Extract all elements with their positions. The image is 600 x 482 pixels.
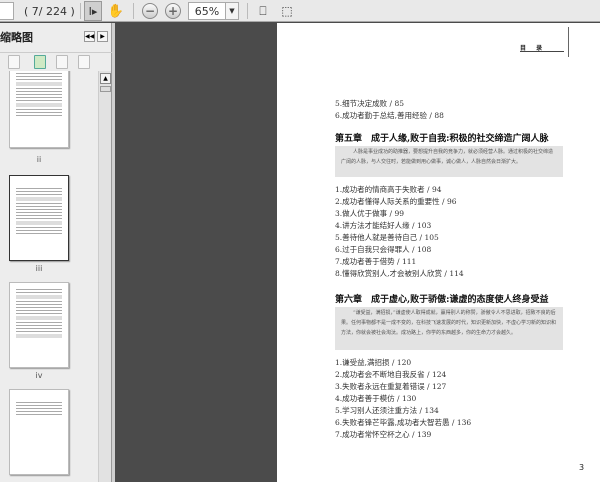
- rotate-right-icon[interactable]: [78, 55, 90, 69]
- thumbnail-label: iv: [35, 371, 43, 380]
- delete-page-icon[interactable]: [8, 55, 20, 69]
- thumbnail-list: ii iii iv: [0, 71, 97, 482]
- thumbnail-label: iii: [35, 264, 43, 273]
- page-number-input[interactable]: [0, 2, 14, 20]
- toc-entry: 5.细节决定成败 / 85: [335, 99, 404, 108]
- page-indicator: ( 7/ 224 ): [24, 4, 75, 18]
- page-number: 3: [579, 463, 585, 472]
- thumbnail-scrollbar[interactable]: ▲: [98, 71, 111, 482]
- toc-entry: 4.成功者善于模仿 / 130: [335, 394, 417, 403]
- toc-entry: 7.成功者常怀空杯之心 / 139: [335, 430, 432, 439]
- minus-icon: −: [142, 3, 158, 19]
- toc-entry: 3.做人优于做事 / 99: [335, 209, 404, 218]
- chapter-intro: 人脉是事业成功的助推器，要想提升自我的竞争力，就必须经营人脉。通过积极的社交缔造…: [335, 146, 563, 177]
- collapse-panel-button[interactable]: ◀◀: [84, 31, 95, 42]
- zoom-in-button[interactable]: +: [164, 1, 182, 21]
- toc-entry: 6.成功者勤于总结,善用经验 / 88: [335, 111, 444, 120]
- document-page: 目 录 5.细节决定成败 / 85 6.成功者勤于总结,善用经验 / 88 第五章 …: [277, 23, 600, 482]
- fit-width-icon[interactable]: ⎕: [256, 1, 270, 21]
- toc-entry: 4.讲方法才能结好人缘 / 103: [335, 221, 432, 230]
- toc-entry: 1.成功者的情商高于失败者 / 94: [335, 185, 442, 194]
- toc-entry: 6.失败者锋芒毕露,成功者大智若愚 / 136: [335, 418, 472, 427]
- zoom-input[interactable]: 65%: [188, 2, 226, 20]
- plus-icon: +: [165, 3, 181, 19]
- panel-title: 缩略图: [0, 31, 33, 44]
- toc-entry: 3.失败者永远在重复着错误 / 127: [335, 382, 447, 391]
- thumbnail-page[interactable]: [9, 71, 69, 148]
- thumbnail-page[interactable]: [9, 282, 69, 368]
- toolbar: ( 7/ 224 ) I▸ ✋ − + 65% ▼ ⎕ ⬚: [0, 0, 600, 22]
- header-rule: [520, 51, 564, 52]
- select-tool-icon[interactable]: I▸: [84, 1, 102, 21]
- toc-entry: 7.成功者善于借势 / 111: [335, 257, 417, 266]
- hand-tool-icon[interactable]: ✋: [107, 1, 125, 21]
- divider: [133, 3, 134, 19]
- toc-entry: 1.谦受益,满招损 / 120: [335, 358, 412, 367]
- panel-splitter[interactable]: [112, 23, 115, 482]
- toc-entry: 5.善待他人就是善待自己 / 105: [335, 233, 439, 242]
- thumbnail-page-current[interactable]: [9, 175, 69, 261]
- panel-menu-button[interactable]: ▶: [97, 31, 108, 42]
- toc-entry: 2.成功者会不断地自我反省 / 124: [335, 370, 447, 379]
- header-rule: [568, 27, 569, 57]
- extract-page-icon[interactable]: [34, 55, 46, 69]
- thumbnail-label: ii: [36, 155, 42, 164]
- toc-entry: 6.过于自我只会得罪人 / 108: [335, 245, 432, 254]
- chapter-title: 第五章 成于人缘,败于自我:积极的社交缔造广阔人脉: [335, 134, 549, 144]
- chapter-title: 第六章 成于虚心,败于骄傲:谦虚的态度使人终身受益: [335, 295, 549, 305]
- scrollbar-thumb[interactable]: [100, 86, 111, 92]
- divider: [247, 3, 248, 19]
- zoom-dropdown-chevron-icon[interactable]: ▼: [225, 2, 239, 20]
- thumbnails-panel: 缩略图 ◀◀ ▶ ii iii iv ▲: [0, 23, 112, 482]
- chapter-intro: “谦受益，满招损，”谦虚使人取得成就，赢得别人的称赞，骄傲令人不思进取，招致不良…: [335, 307, 563, 350]
- scroll-up-icon[interactable]: ▲: [100, 73, 111, 84]
- toc-entry: 5.学习别人还须注重方法 / 134: [335, 406, 439, 415]
- toc-entry: 8.懂得欣赏别人,才会被别人欣赏 / 114: [335, 269, 464, 278]
- panel-toolbar: [0, 52, 112, 70]
- rotate-left-icon[interactable]: [56, 55, 68, 69]
- toc-entry: 2.成功者懂得人际关系的重要性 / 96: [335, 197, 457, 206]
- fit-page-icon[interactable]: ⬚: [280, 1, 294, 21]
- divider: [80, 3, 81, 19]
- thumbnail-page[interactable]: [9, 389, 69, 475]
- zoom-out-button[interactable]: −: [141, 1, 159, 21]
